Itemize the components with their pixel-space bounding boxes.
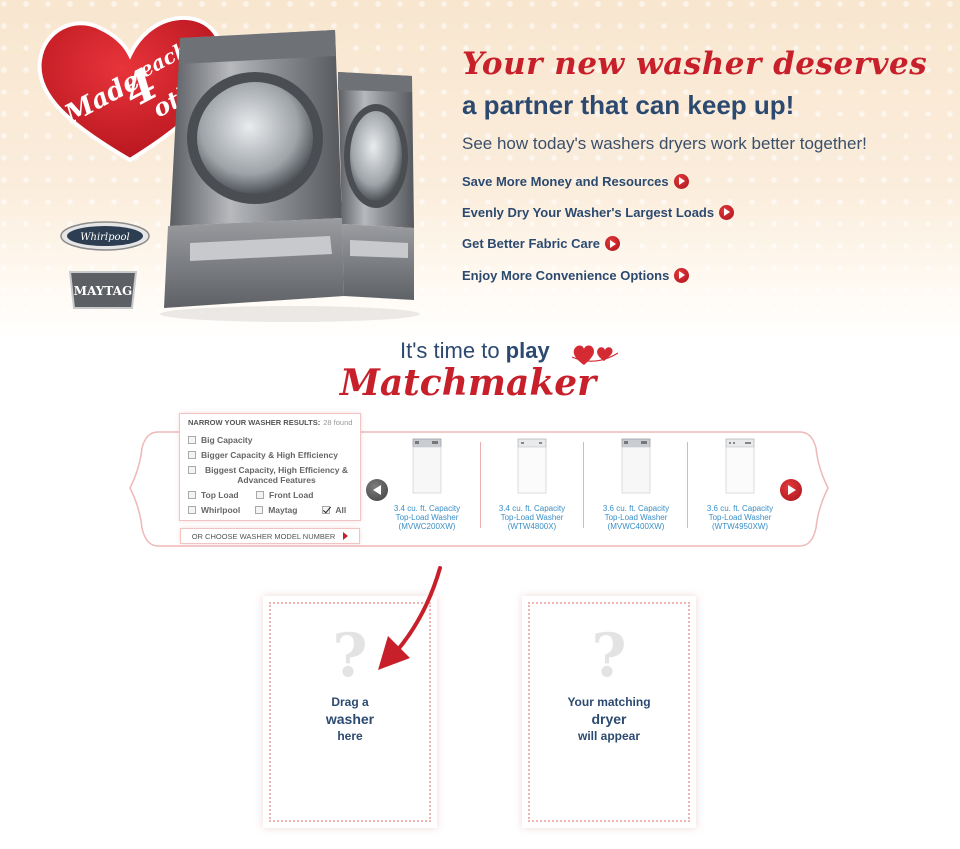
product-card-washer-3[interactable]: 3.6 cu. ft. Capacity Top-Load Washer (MV… bbox=[586, 438, 686, 531]
intro-text: See how today's washers dryers work bett… bbox=[462, 134, 867, 153]
filter-option-label: Top Load bbox=[201, 490, 239, 500]
washer-drop-line1: Drag a bbox=[331, 695, 369, 709]
filter-panel: Narrow your washer results: 28 found Big … bbox=[179, 413, 361, 521]
feature-link-label: Evenly Dry Your Washer's Largest Loads bbox=[462, 204, 715, 220]
feature-link-label: Enjoy More Convenience Options bbox=[462, 267, 670, 283]
product-card-washer-1[interactable]: 3.4 cu. ft. Capacity Top-Load Washer (MV… bbox=[377, 438, 477, 531]
checkbox[interactable] bbox=[188, 491, 196, 499]
filter-option-label: Maytag bbox=[268, 505, 298, 515]
filter-option-front-load[interactable]: Front Load bbox=[256, 490, 324, 500]
dryer-result-zone: ? Your matching dryer will appear bbox=[522, 596, 696, 828]
whirlpool-logo-text: Whirlpool bbox=[80, 232, 130, 243]
filter-option-label: All bbox=[335, 505, 347, 515]
dryer-result-line1: Your matching bbox=[567, 695, 651, 709]
product-model: (MVWC400XW) bbox=[607, 522, 665, 531]
product-model: (WTW4800X) bbox=[507, 522, 557, 531]
filter-load-type-row: Top Load Front Load bbox=[188, 490, 352, 500]
feature-links: Save More Money and Resources Evenly Dry… bbox=[462, 172, 735, 298]
drag-hint-arrow-icon bbox=[374, 566, 446, 674]
dryer-result-line3: will appear bbox=[577, 729, 641, 743]
washer-drop-zone-text: Drag a washer here bbox=[271, 694, 429, 745]
question-mark-icon: ? bbox=[591, 621, 627, 691]
product-type: Top-Load Washer bbox=[604, 513, 668, 522]
checkbox[interactable] bbox=[256, 491, 264, 499]
play-heading: It's time to play bbox=[400, 338, 550, 364]
product-capacity: 3.6 cu. ft. Capacity bbox=[706, 504, 774, 513]
feature-link-evenly-dry[interactable]: Evenly Dry Your Washer's Largest Loads bbox=[462, 203, 735, 221]
checkbox-checked[interactable] bbox=[322, 506, 331, 514]
whirlpool-logo: Whirlpool bbox=[60, 220, 150, 252]
product-capacity: 3.4 cu. ft. Capacity bbox=[498, 504, 566, 513]
filter-option-big-capacity[interactable]: Big Capacity bbox=[188, 435, 352, 445]
product-type: Top-Load Washer bbox=[500, 513, 564, 522]
arrow-right-icon bbox=[605, 236, 620, 252]
dryer-result-line2: dryer bbox=[591, 711, 627, 727]
washer-thumbnail bbox=[517, 438, 547, 494]
filter-option-label: Biggest Capacity, High Efficiency & Adva… bbox=[205, 465, 348, 485]
product-divider bbox=[687, 442, 688, 528]
washer-thumbnail bbox=[725, 438, 755, 494]
checkbox[interactable] bbox=[188, 466, 196, 474]
washer-thumbnail bbox=[412, 438, 442, 494]
product-model: (MVWC200XW) bbox=[398, 522, 456, 531]
arrow-right-icon bbox=[674, 267, 690, 283]
checkbox[interactable] bbox=[255, 506, 264, 514]
product-type: Top-Load Washer bbox=[395, 513, 459, 522]
filter-option-whirlpool[interactable]: Whirlpool bbox=[188, 505, 255, 515]
checkbox[interactable] bbox=[188, 436, 196, 444]
headline-subtitle: a partner that can keep up! bbox=[462, 90, 795, 120]
washer-thumbnail bbox=[621, 438, 651, 494]
filter-option-top-load[interactable]: Top Load bbox=[188, 490, 256, 500]
filter-option-label: Bigger Capacity & High Efficiency bbox=[201, 450, 338, 460]
washer-drop-line2: washer bbox=[325, 711, 375, 727]
washer-dryer-pair-image bbox=[150, 28, 420, 328]
play-heading-bold: play bbox=[505, 338, 550, 363]
choose-model-number-label: Or choose washer model number bbox=[191, 531, 336, 541]
headline-script: Your new washer deserves bbox=[462, 46, 928, 82]
product-divider bbox=[480, 442, 481, 528]
filter-heading-text: Narrow your washer results: bbox=[188, 418, 321, 427]
filter-option-label: Front Load bbox=[269, 490, 314, 500]
play-heading-prefix: It's time to bbox=[400, 338, 506, 363]
filter-option-label: Big Capacity bbox=[201, 435, 253, 445]
arrow-right-icon bbox=[673, 173, 689, 189]
feature-link-label: Save More Money and Resources bbox=[462, 173, 669, 189]
dryer-result-zone-border: ? Your matching dryer will appear bbox=[528, 602, 690, 822]
product-card-washer-2[interactable]: 3.4 cu. ft. Capacity Top-Load Washer (WT… bbox=[482, 438, 582, 531]
choose-model-number-link[interactable]: Or choose washer model number bbox=[180, 528, 360, 544]
product-capacity: 3.4 cu. ft. Capacity bbox=[393, 504, 461, 513]
filter-brand-row: Whirlpool Maytag All bbox=[188, 505, 352, 515]
filter-option-all[interactable]: All bbox=[322, 505, 352, 515]
filter-option-bigger-capacity-he[interactable]: Bigger Capacity & High Efficiency bbox=[188, 450, 352, 460]
checkbox[interactable] bbox=[188, 506, 196, 514]
filter-option-biggest-capacity[interactable]: Biggest Capacity, High Efficiency & Adva… bbox=[188, 465, 352, 485]
filter-option-label: Whirlpool bbox=[201, 505, 241, 515]
filter-heading: Narrow your washer results: 28 found bbox=[188, 418, 352, 427]
arrow-right-icon bbox=[719, 204, 735, 220]
dryer-result-zone-text: Your matching dryer will appear bbox=[530, 694, 688, 745]
product-card-washer-4[interactable]: 3.6 cu. ft. Capacity Top-Load Washer (WT… bbox=[690, 438, 790, 531]
product-model: (WTW4950XW) bbox=[712, 522, 768, 531]
arrow-right-icon bbox=[343, 532, 349, 540]
feature-link-label: Get Better Fabric Care bbox=[462, 236, 600, 252]
feature-link-fabric-care[interactable]: Get Better Fabric Care bbox=[462, 235, 734, 253]
feature-link-convenience[interactable]: Enjoy More Convenience Options bbox=[462, 266, 734, 284]
product-divider bbox=[583, 442, 584, 528]
washer-drop-line3: here bbox=[337, 729, 363, 743]
product-type: Top-Load Washer bbox=[708, 513, 772, 522]
maytag-logo: MAYTAG bbox=[66, 268, 140, 312]
results-count: 28 found bbox=[323, 418, 353, 427]
filter-option-maytag[interactable]: Maytag bbox=[255, 505, 322, 515]
checkbox[interactable] bbox=[188, 451, 196, 459]
feature-link-save-money[interactable]: Save More Money and Resources bbox=[462, 172, 734, 190]
maytag-logo-text: MAYTAG bbox=[74, 284, 132, 298]
product-capacity: 3.6 cu. ft. Capacity bbox=[602, 504, 670, 513]
matchmaker-script-title: Matchmaker bbox=[340, 362, 597, 404]
